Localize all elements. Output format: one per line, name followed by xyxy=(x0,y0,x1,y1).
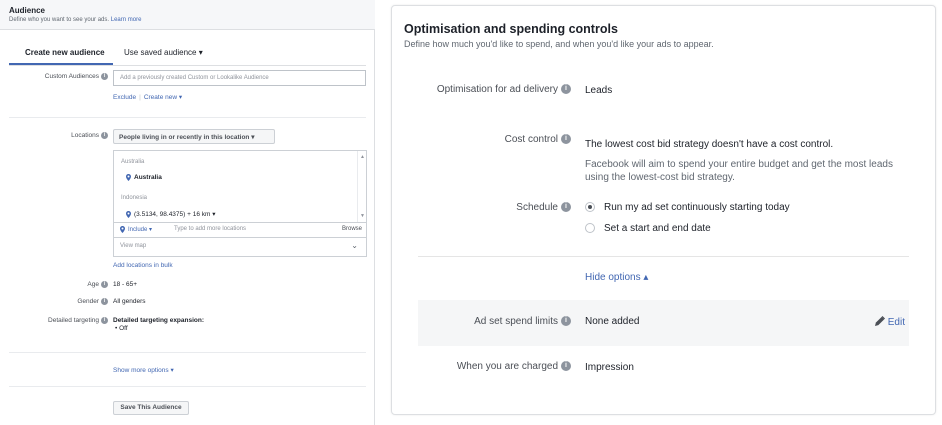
link-separator: | xyxy=(139,94,141,101)
location-item[interactable]: (3.5134, 98.4375) + 16 km ▾ xyxy=(126,210,216,218)
location-add-row: Include ▾ Type to add more locations Bro… xyxy=(113,223,367,238)
create-new-link[interactable]: Create new ▾ xyxy=(144,94,182,101)
location-pin-icon xyxy=(126,174,131,181)
spend-limits-value: None added xyxy=(585,316,640,327)
learn-more-link[interactable]: Learn more xyxy=(111,17,142,23)
include-dropdown[interactable]: Include ▾ xyxy=(120,226,152,233)
panel-subtitle: Define how much you'd like to spend, and… xyxy=(404,39,714,49)
location-item[interactable]: Australia xyxy=(126,174,162,181)
age-value[interactable]: 18 - 65+ xyxy=(113,281,137,288)
tab-use-saved-audience[interactable]: Use saved audience ▾ xyxy=(124,48,203,57)
audience-tabs: Create new audience Use saved audience ▾ xyxy=(9,44,366,66)
location-country: Australia xyxy=(121,159,145,165)
charged-value: Impression xyxy=(585,362,634,373)
audience-panel: Audience Define who you want to see your… xyxy=(0,0,375,425)
add-locations-bulk-link[interactable]: Add locations in bulk xyxy=(113,262,173,269)
location-scrollbar[interactable]: ▲ ▼ xyxy=(357,151,366,222)
spending-controls-panel: Optimisation and spending controls Defin… xyxy=(391,5,936,415)
location-search-input[interactable]: Type to add more locations xyxy=(174,226,246,232)
browse-button[interactable]: Browse xyxy=(342,226,362,232)
location-list[interactable]: Australia Australia Indonesia (3.5134, 9… xyxy=(113,150,367,223)
info-icon[interactable]: i xyxy=(561,134,571,145)
view-map-toggle[interactable]: View map ⌄ xyxy=(113,238,367,257)
info-icon[interactable]: i xyxy=(101,281,108,288)
detailed-targeting-expansion-status[interactable]: • Off xyxy=(115,325,128,332)
detailed-targeting-value: Detailed targeting expansion: xyxy=(113,317,205,324)
detailed-targeting-label: Detailed targeting i xyxy=(0,317,108,324)
cost-control-text: The lowest cost bid strategy doesn't hav… xyxy=(585,139,834,150)
show-more-options-link[interactable]: Show more options ▾ xyxy=(113,366,174,374)
info-icon[interactable]: i xyxy=(561,316,571,327)
custom-audiences-input[interactable]: Add a previously created Custom or Looka… xyxy=(113,70,366,86)
hide-options-link[interactable]: Hide options ▴ xyxy=(585,272,648,283)
section-divider xyxy=(9,117,366,118)
schedule-option-start-end[interactable]: Set a start and end date xyxy=(585,223,711,234)
info-icon[interactable]: i xyxy=(561,361,571,372)
info-icon[interactable]: i xyxy=(101,298,108,305)
custom-audiences-label: Custom Audiences i xyxy=(0,73,108,80)
scroll-up-icon[interactable]: ▲ xyxy=(360,154,365,160)
audience-header: Audience Define who you want to see your… xyxy=(0,0,375,30)
pencil-icon xyxy=(874,316,885,326)
section-divider xyxy=(418,256,909,257)
cost-control-label: Cost control i xyxy=(505,134,571,145)
charged-label: When you are charged i xyxy=(457,361,571,372)
optimisation-value: Leads xyxy=(585,85,613,96)
chevron-down-icon: ⌄ xyxy=(351,241,358,250)
location-country: Indonesia xyxy=(121,195,148,201)
radio-selected-icon[interactable] xyxy=(585,202,595,213)
gender-label: Gender i xyxy=(0,298,108,305)
age-label: Age i xyxy=(0,281,108,288)
custom-audiences-links: Exclude | Create new ▾ xyxy=(113,93,182,101)
gender-value[interactable]: All genders xyxy=(113,298,146,305)
radio-unselected-icon[interactable] xyxy=(585,223,595,234)
exclude-link[interactable]: Exclude xyxy=(113,94,136,101)
spend-limits-label: Ad set spend limits i xyxy=(474,316,571,327)
save-audience-button[interactable]: Save This Audience xyxy=(113,401,189,415)
scroll-down-icon[interactable]: ▼ xyxy=(360,213,365,219)
schedule-label: Schedule i xyxy=(516,202,571,213)
audience-subtitle: Define who you want to see your ads. Lea… xyxy=(9,17,142,23)
location-pin-icon xyxy=(120,226,125,233)
panel-title: Optimisation and spending controls xyxy=(404,22,618,36)
optimisation-label: Optimisation for ad delivery i xyxy=(437,84,571,95)
section-divider xyxy=(9,352,366,353)
location-type-dropdown[interactable]: People living in or recently in this loc… xyxy=(113,129,275,144)
info-icon[interactable]: i xyxy=(561,84,571,95)
section-divider xyxy=(9,386,366,387)
cost-control-description: Facebook will aim to spend your entire b… xyxy=(585,159,893,183)
info-icon[interactable]: i xyxy=(101,317,108,324)
info-icon[interactable]: i xyxy=(561,202,571,213)
edit-spend-limits-button[interactable]: Edit xyxy=(874,316,905,328)
audience-title: Audience xyxy=(9,6,46,15)
location-pin-icon xyxy=(126,210,131,218)
info-icon[interactable]: i xyxy=(101,132,108,139)
info-icon[interactable]: i xyxy=(101,73,108,80)
schedule-option-continuous[interactable]: Run my ad set continuously starting toda… xyxy=(585,202,790,213)
tab-create-new-audience[interactable]: Create new audience xyxy=(9,48,113,65)
locations-label: Locations i xyxy=(0,132,108,139)
